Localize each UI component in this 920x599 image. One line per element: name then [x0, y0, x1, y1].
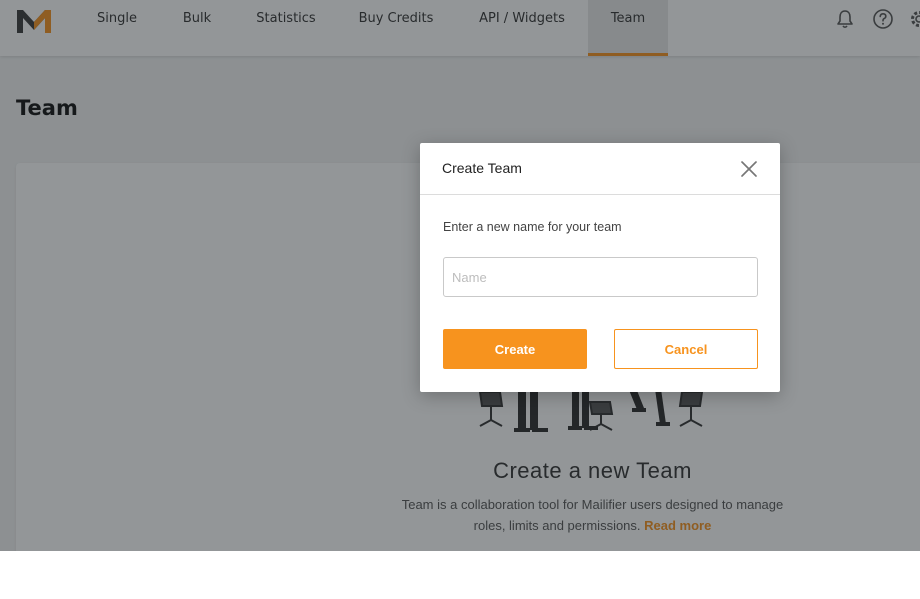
cancel-button[interactable]: Cancel: [614, 329, 758, 369]
create-team-modal: Create Team Enter a new name for your te…: [420, 143, 780, 392]
create-button[interactable]: Create: [443, 329, 587, 369]
team-name-input[interactable]: [443, 257, 758, 297]
app-root: Single Bulk Statistics Buy Credits API /…: [0, 0, 920, 551]
team-name-label: Enter a new name for your team: [443, 220, 622, 234]
modal-title: Create Team: [442, 160, 522, 176]
close-icon[interactable]: [740, 160, 758, 178]
modal-header: Create Team: [420, 143, 780, 195]
